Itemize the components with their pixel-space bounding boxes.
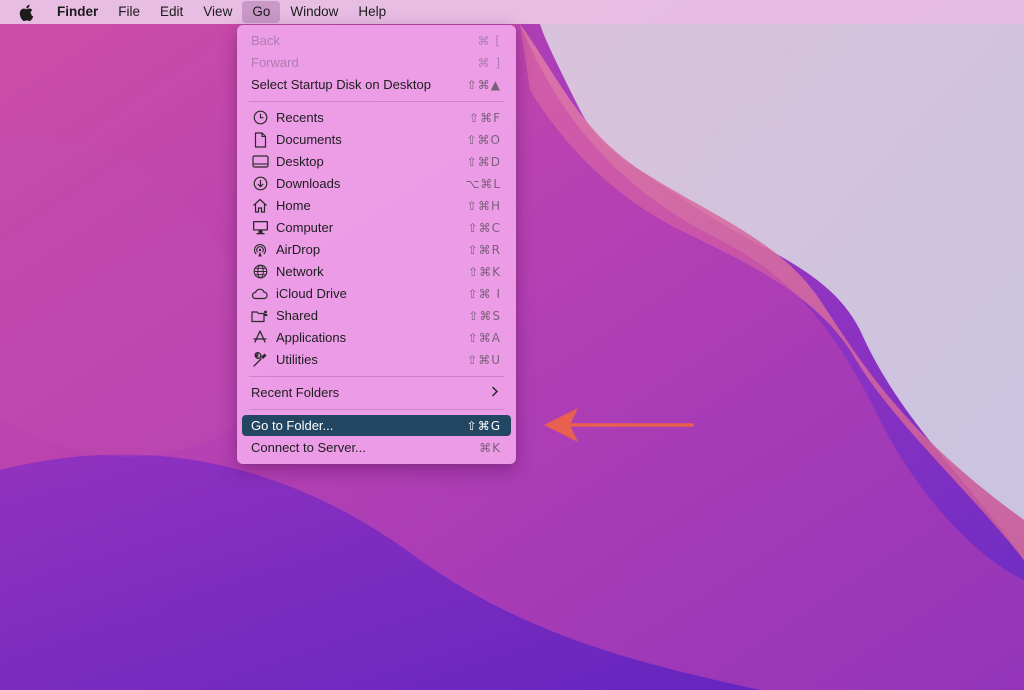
menubar-edit[interactable]: Edit: [150, 0, 193, 24]
applications-icon: [251, 329, 269, 347]
menu-item-network[interactable]: Network ⇧⌘K: [242, 261, 511, 282]
menu-item-shortcut: ⇧⌘R: [467, 242, 501, 257]
menu-item-label: AirDrop: [276, 242, 321, 257]
cloud-icon: [251, 285, 269, 303]
menubar-help[interactable]: Help: [348, 0, 396, 24]
menu-item-shortcut: ⇧⌘▲: [466, 77, 501, 92]
menu-item-label: Connect to Server...: [251, 440, 366, 455]
menu-item-label: Back: [251, 33, 280, 48]
menu-item-shortcut: ⇧⌘ I: [467, 286, 501, 301]
menu-item-label: Desktop: [276, 154, 324, 169]
menu-item-label: Forward: [251, 55, 299, 70]
menu-item-label: Computer: [276, 220, 334, 235]
menu-item-shortcut: ⇧⌘C: [467, 220, 501, 235]
menu-item-shortcut: ⇧⌘A: [467, 330, 501, 345]
menu-item-shortcut: ⇧⌘G: [466, 418, 501, 433]
chevron-right-icon: [491, 385, 499, 400]
menu-item-label: Home: [276, 198, 311, 213]
menu-item-shared[interactable]: Shared ⇧⌘S: [242, 305, 511, 326]
menu-item-shortcut: ⇧⌘O: [466, 132, 501, 147]
menu-item-label: Network: [276, 264, 324, 279]
menu-item-desktop[interactable]: Desktop ⇧⌘D: [242, 151, 511, 172]
menu-item-shortcut: ⌘ ]: [477, 55, 501, 70]
menubar-view[interactable]: View: [193, 0, 242, 24]
menu-item-label: Select Startup Disk on Desktop: [251, 77, 431, 92]
menubar-finder[interactable]: Finder: [47, 0, 108, 24]
menu-item-shortcut: ⇧⌘U: [467, 352, 501, 367]
menubar-file[interactable]: File: [108, 0, 150, 24]
clock-icon: [251, 109, 269, 127]
menu-separator: [249, 409, 504, 410]
menu-separator: [249, 376, 504, 377]
menu-item-forward[interactable]: Forward ⌘ ]: [242, 52, 511, 73]
utilities-icon: [251, 351, 269, 369]
airdrop-icon: [251, 241, 269, 259]
desktop-icon: [251, 153, 269, 171]
menu-item-label: Recent Folders: [251, 385, 340, 400]
download-icon: [251, 175, 269, 193]
menu-item-label: Shared: [276, 308, 318, 323]
menu-item-icloud-drive[interactable]: iCloud Drive ⇧⌘ I: [242, 283, 511, 304]
menu-item-shortcut: ⇧⌘F: [469, 110, 501, 125]
apple-logo-icon[interactable]: [17, 3, 35, 21]
menu-item-go-to-folder[interactable]: Go to Folder... ⇧⌘G: [242, 415, 511, 436]
menu-separator: [249, 101, 504, 102]
menu-item-shortcut: ⌥⌘L: [465, 176, 501, 191]
menubar-window[interactable]: Window: [280, 0, 348, 24]
shared-folder-icon: [251, 307, 269, 325]
menu-item-label: Downloads: [276, 176, 341, 191]
menu-item-shortcut: ⇧⌘S: [468, 308, 501, 323]
menu-item-downloads[interactable]: Downloads ⌥⌘L: [242, 173, 511, 194]
menu-item-connect-to-server[interactable]: Connect to Server... ⌘K: [242, 437, 511, 458]
computer-icon: [251, 219, 269, 237]
menu-item-applications[interactable]: Applications ⇧⌘A: [242, 327, 511, 348]
go-menu-dropdown: Back ⌘ [ Forward ⌘ ] Select Startup Disk…: [237, 25, 516, 464]
menu-item-airdrop[interactable]: AirDrop ⇧⌘R: [242, 239, 511, 260]
menu-item-utilities[interactable]: Utilities ⇧⌘U: [242, 349, 511, 370]
menubar-go[interactable]: Go: [242, 1, 281, 23]
menu-item-documents[interactable]: Documents ⇧⌘O: [242, 129, 511, 150]
globe-icon: [251, 263, 269, 281]
menu-item-label: Documents: [276, 132, 342, 147]
menu-item-shortcut: ⇧⌘K: [468, 264, 501, 279]
menu-item-select-startup-disk[interactable]: Select Startup Disk on Desktop ⇧⌘▲: [242, 74, 511, 95]
menu-item-recents[interactable]: Recents ⇧⌘F: [242, 107, 511, 128]
document-icon: [251, 131, 269, 149]
menu-item-label: Applications: [276, 330, 347, 345]
menu-item-shortcut: ⌘ [: [477, 33, 501, 48]
menu-item-shortcut: ⇧⌘D: [466, 154, 501, 169]
menu-item-back[interactable]: Back ⌘ [: [242, 30, 511, 51]
menu-item-recent-folders[interactable]: Recent Folders: [242, 382, 511, 403]
home-icon: [251, 197, 269, 215]
menu-bar: Finder File Edit View Go Window Help: [0, 0, 1024, 24]
menu-item-label: Utilities: [276, 352, 318, 367]
menu-item-computer[interactable]: Computer ⇧⌘C: [242, 217, 511, 238]
menu-item-home[interactable]: Home ⇧⌘H: [242, 195, 511, 216]
menu-item-label: Recents: [276, 110, 324, 125]
menu-item-shortcut: ⌘K: [479, 440, 501, 455]
menu-item-shortcut: ⇧⌘H: [466, 198, 501, 213]
menu-item-label: iCloud Drive: [276, 286, 347, 301]
red-arrow-icon: [544, 408, 694, 442]
menu-item-label: Go to Folder...: [251, 418, 334, 433]
